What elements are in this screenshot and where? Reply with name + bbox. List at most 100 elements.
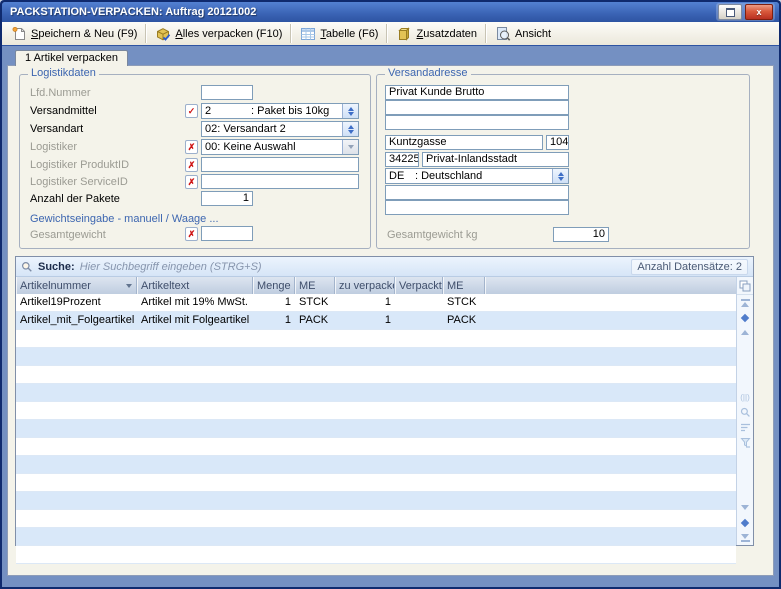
next-row-icon xyxy=(741,505,749,510)
empty-row xyxy=(16,384,736,402)
cell-menge: 1 xyxy=(253,312,295,329)
empty-row xyxy=(16,492,736,510)
logistiker-produktid-label: Logistiker ProduktID xyxy=(30,159,129,171)
logistiker-serviceid-field[interactable] xyxy=(201,174,359,189)
address-extra2-field[interactable] xyxy=(385,200,569,215)
table-button[interactable]: Tabelle (F6) xyxy=(293,22,385,45)
city-field[interactable]: Privat-Inlandsstadt xyxy=(422,152,569,167)
page-down-button[interactable] xyxy=(737,515,753,530)
logistiker-produktid-field[interactable] xyxy=(201,157,359,172)
new-document-icon xyxy=(11,26,27,42)
column-header-menge[interactable]: Menge xyxy=(253,277,295,294)
versandadresse-title: Versandadresse xyxy=(385,67,471,79)
tab-artikel-verpacken[interactable]: 1 Artikel verpacken xyxy=(15,50,128,66)
cell-menge: 1 xyxy=(253,294,295,311)
grid-search-bar[interactable]: Suche: Hier Suchbegriff eingeben (STRG+S… xyxy=(16,257,753,277)
versandadresse-groupbox: Versandadresse Privat Kunde Brutto Kuntz… xyxy=(376,74,750,249)
address-name2-field[interactable] xyxy=(385,100,569,115)
filter-icon xyxy=(740,437,751,448)
grid-search-button[interactable] xyxy=(737,405,753,420)
cell-zu-verpacken: 1 xyxy=(335,312,395,329)
column-header-zu-verpacken[interactable]: zu verpacke xyxy=(335,277,395,294)
select-all-button[interactable] xyxy=(737,277,753,295)
cell-verpackt xyxy=(395,294,443,311)
versandmittel-combo[interactable]: 2 : Paket bis 10kg xyxy=(201,103,359,119)
versandart-label: Versandart xyxy=(30,123,83,135)
country-combo[interactable]: DE : Deutschland xyxy=(385,168,569,184)
search-placeholder[interactable]: Hier Suchbegriff eingeben (STRG+S) xyxy=(80,261,262,273)
lfd-nummer-label: Lfd.Nummer xyxy=(30,87,91,99)
empty-row xyxy=(16,456,736,474)
tab-page: Logistikdaten Lfd.Nummer Versandmittel ✓… xyxy=(7,65,774,576)
empty-row xyxy=(16,546,736,564)
column-header-verpackt[interactable]: Verpackt xyxy=(395,277,443,294)
empty-row xyxy=(16,420,736,438)
tab-strip: 1 Artikel verpacken xyxy=(7,48,774,65)
logistiker-combo[interactable]: 00: Keine Auswahl xyxy=(201,139,359,155)
versandmittel-label: Versandmittel xyxy=(30,105,97,117)
versandart-combo[interactable]: 02: Versandart 2 xyxy=(201,121,359,137)
sort-button[interactable] xyxy=(737,420,753,435)
empty-row xyxy=(16,528,736,546)
table-row[interactable]: Artikel_mit_Folgeartikel Artikel mit Fol… xyxy=(16,312,736,330)
first-row-button[interactable] xyxy=(737,295,753,310)
cell-artikeltext: Artikel mit Folgeartikel xyxy=(137,312,253,329)
logistiker-cross-icon[interactable]: ✗ xyxy=(185,140,198,154)
cell-me1: PACK xyxy=(295,312,335,329)
serviceid-cross-icon[interactable]: ✗ xyxy=(185,175,198,189)
zip-field[interactable]: 34225 xyxy=(385,152,419,167)
last-row-icon xyxy=(741,534,749,539)
gesamtgewicht-kg-field[interactable]: 10 xyxy=(553,227,609,242)
search-icon xyxy=(21,261,33,273)
address-name3-field[interactable] xyxy=(385,115,569,130)
last-row-button[interactable] xyxy=(737,530,753,545)
spin-updown-icon[interactable] xyxy=(342,104,358,118)
sort-desc-icon xyxy=(126,284,132,288)
cell-artikeltext: Artikel mit 19% MwSt. xyxy=(137,294,253,311)
column-header-artikelnummer[interactable]: Artikelnummer xyxy=(16,277,137,294)
maximize-button[interactable] xyxy=(718,4,742,20)
cell-verpackt xyxy=(395,312,443,329)
column-header-artikeltext[interactable]: Artikeltext xyxy=(137,277,253,294)
page-up-button[interactable] xyxy=(737,310,753,325)
client-frame: 1 Artikel verpacken Logistikdaten Lfd.Nu… xyxy=(2,46,779,587)
cell-artikelnummer: Artikel_mit_Folgeartikel xyxy=(16,312,137,329)
save-new-button[interactable]: Speichern & Neu (F9) xyxy=(4,22,144,45)
house-number-field[interactable]: 104 xyxy=(546,135,569,150)
toolbar-separator xyxy=(386,24,388,43)
prev-row-icon xyxy=(741,330,749,335)
empty-row xyxy=(16,510,736,528)
article-grid-panel: Suche: Hier Suchbegriff eingeben (STRG+S… xyxy=(15,256,754,546)
empty-row xyxy=(16,330,736,348)
cell-artikelnummer: Artikel19Prozent xyxy=(16,294,137,311)
dropdown-arrow-icon[interactable] xyxy=(342,140,358,154)
view-button[interactable]: Ansicht xyxy=(488,22,558,45)
address-extra1-field[interactable] xyxy=(385,185,569,200)
column-header-me1[interactable]: ME xyxy=(295,277,335,294)
spin-updown-icon[interactable] xyxy=(342,122,358,136)
columns-button[interactable]: (||) xyxy=(737,390,753,405)
gesamtgewicht-field[interactable] xyxy=(201,226,253,241)
lfd-nummer-field[interactable] xyxy=(201,85,253,100)
cell-me2: PACK xyxy=(443,312,485,329)
cell-zu-verpacken: 1 xyxy=(335,294,395,311)
prev-row-button[interactable] xyxy=(737,325,753,340)
additional-data-button[interactable]: Zusatzdaten xyxy=(389,22,484,45)
address-name1-field[interactable]: Privat Kunde Brutto xyxy=(385,85,569,100)
spin-updown-icon[interactable] xyxy=(552,169,568,183)
street-field[interactable]: Kuntzgasse xyxy=(385,135,543,150)
record-count-badge: Anzahl Datensätze: 2 xyxy=(631,259,748,275)
column-header-filler xyxy=(485,277,736,294)
pack-all-button[interactable]: Alles verpacken (F10) xyxy=(148,22,289,45)
produktid-cross-icon[interactable]: ✗ xyxy=(185,158,198,172)
versandmittel-check-icon[interactable]: ✓ xyxy=(185,104,198,118)
filter-button[interactable] xyxy=(737,435,753,450)
column-header-me2[interactable]: ME xyxy=(443,277,485,294)
next-row-button[interactable] xyxy=(737,500,753,515)
select-all-icon xyxy=(739,280,751,292)
magnifier-document-icon xyxy=(495,26,511,42)
table-row[interactable]: Artikel19Prozent Artikel mit 19% MwSt. 1… xyxy=(16,294,736,312)
anzahl-pakete-field[interactable]: 1 xyxy=(201,191,253,206)
close-button[interactable]: x xyxy=(745,4,773,20)
gesamtgewicht-cross-icon[interactable]: ✗ xyxy=(185,227,198,241)
